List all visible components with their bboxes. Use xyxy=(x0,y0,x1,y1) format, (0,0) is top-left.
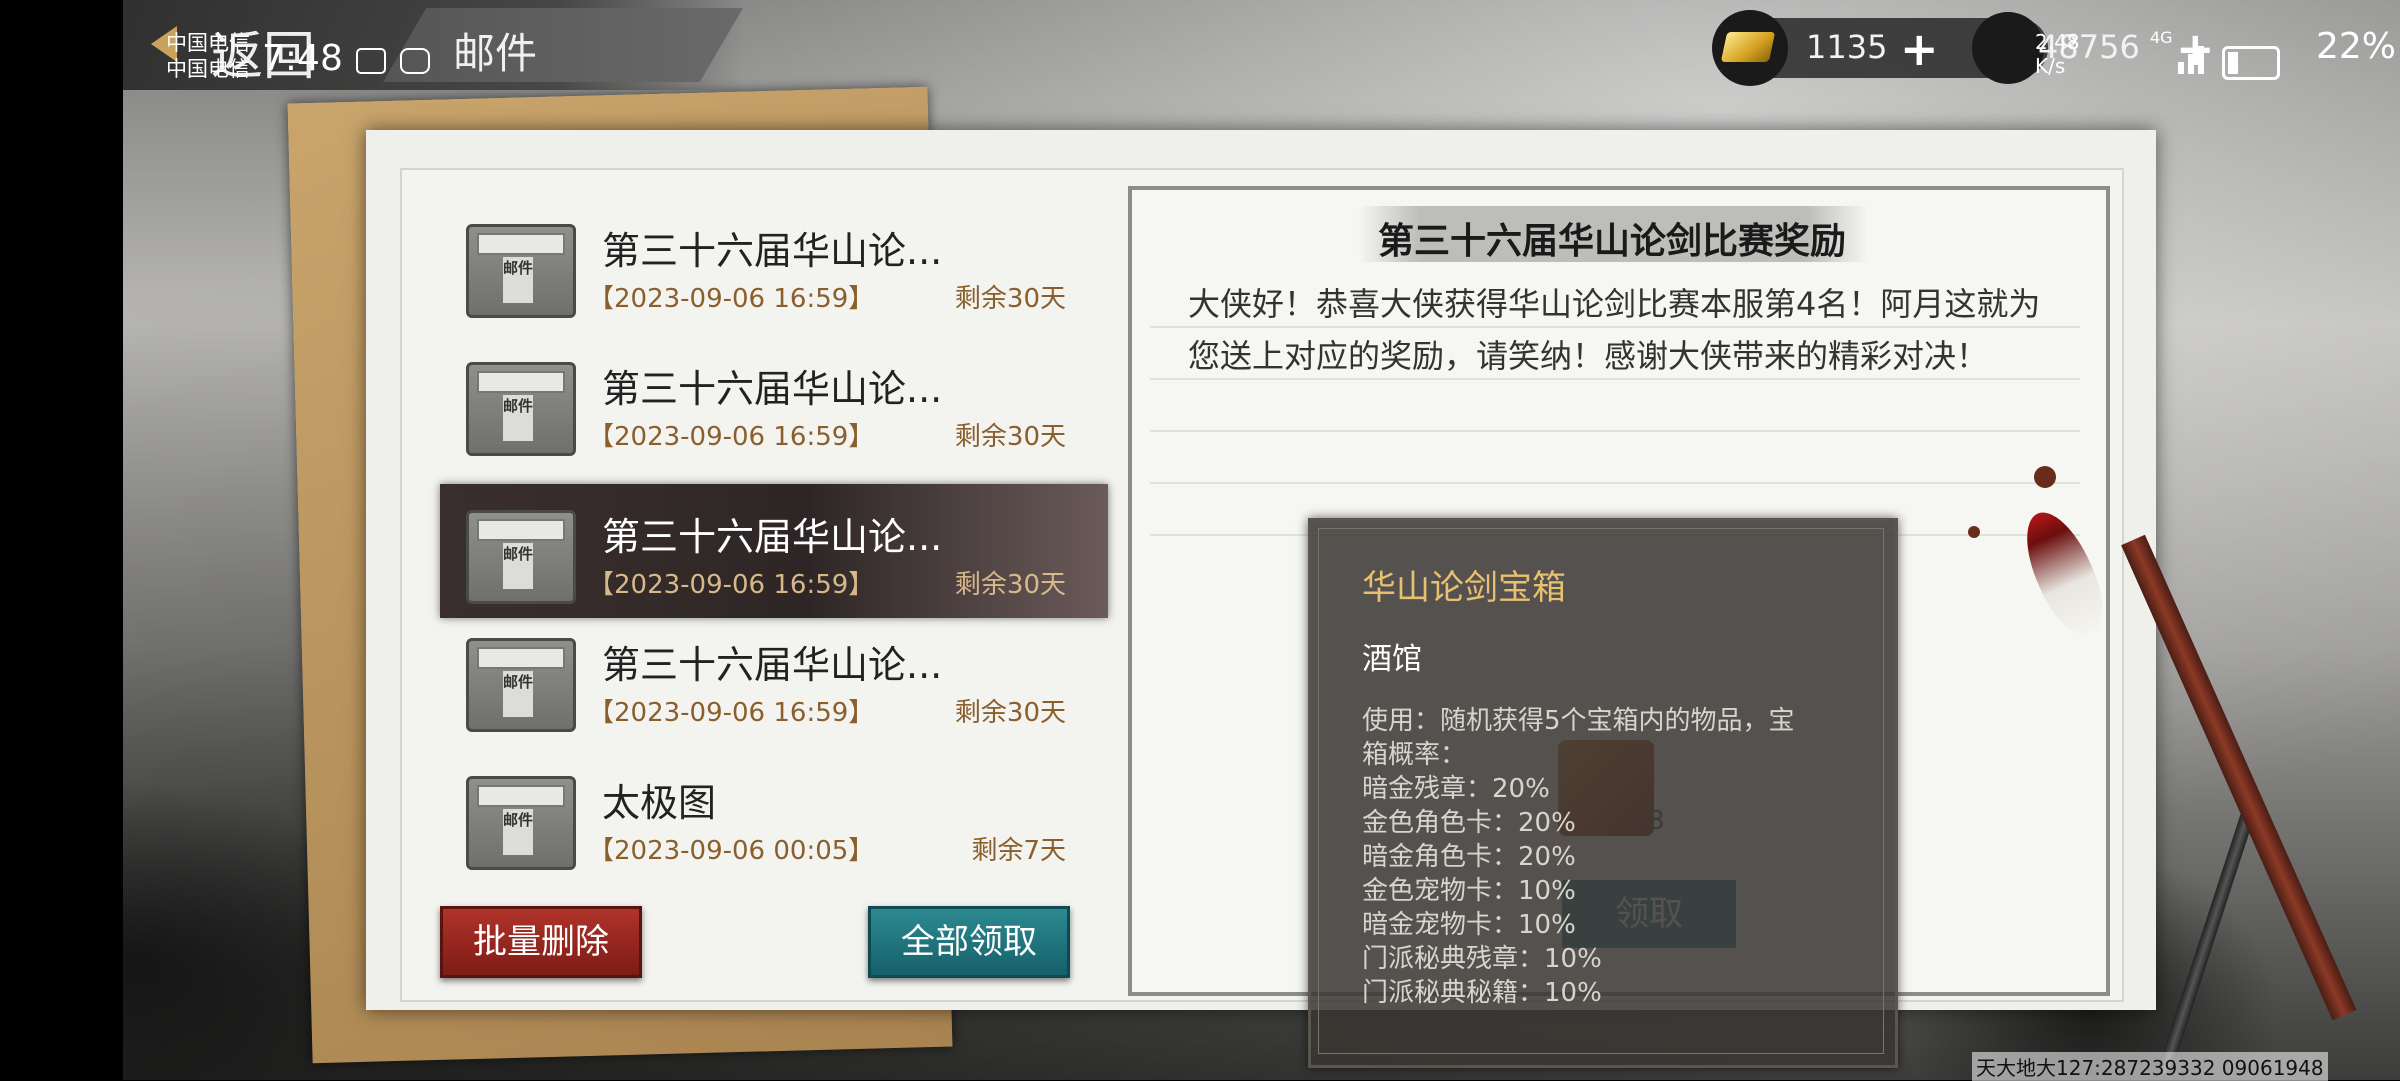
gold-amount: 1135 xyxy=(1806,28,1888,66)
tooltip-item-source: 酒馆 xyxy=(1362,642,1422,677)
mail-list-item-selected[interactable]: 邮件 第三十六届华山论... 【2023-09-06 16:59】 剩余30天 xyxy=(440,484,1108,618)
currency-icon xyxy=(1972,12,2044,84)
app-notification-icon xyxy=(356,48,386,74)
battery-percent: 22% xyxy=(2316,26,2397,67)
mail-remaining: 剩余30天 xyxy=(954,284,1066,314)
add-gold-icon[interactable]: + xyxy=(1900,22,1939,76)
mail-date: 【2023-09-06 16:59】 xyxy=(588,422,875,452)
network-type: 4G xyxy=(2150,28,2173,47)
mail-title: 第三十六届华山论... xyxy=(602,229,943,273)
mail-remaining: 剩余30天 xyxy=(954,422,1066,452)
gold-bar-icon xyxy=(1720,32,1776,62)
detail-title: 第三十六届华山论剑比赛奖励 xyxy=(1377,221,1846,262)
tooltip-description: 使用：随机获得5个宝箱内的物品，宝 箱概率： 暗金残章：20% 金色角色卡：20… xyxy=(1362,706,1795,1008)
claim-all-button[interactable]: 全部领取 xyxy=(868,906,1070,978)
tooltip-item-name: 华山论剑宝箱 xyxy=(1362,568,1566,608)
mail-icon: 邮件 xyxy=(466,510,576,604)
divider xyxy=(1150,482,2080,484)
battery-level xyxy=(2228,52,2238,74)
mail-date: 【2023-09-06 00:05】 xyxy=(588,836,875,866)
mail-list-item[interactable]: 邮件 第三十六届华山论... 【2023-09-06 16:59】 剩余30天 xyxy=(440,612,1108,740)
batch-delete-button[interactable]: 批量删除 xyxy=(440,906,642,978)
mail-icon: 邮件 xyxy=(466,638,576,732)
ink-drop xyxy=(1968,526,1980,538)
mail-title: 第三十六届华山论... xyxy=(602,643,943,687)
mail-date: 【2023-09-06 16:59】 xyxy=(588,570,875,600)
page-title: 邮件 xyxy=(453,29,538,78)
mail-list-item[interactable]: 邮件 太极图 【2023-09-06 00:05】 剩余7天 xyxy=(440,750,1108,878)
divider xyxy=(1150,430,2080,432)
mail-date: 【2023-09-06 16:59】 xyxy=(588,284,875,314)
mail-remaining: 剩余30天 xyxy=(954,698,1066,728)
mail-remaining: 剩余30天 xyxy=(954,570,1066,600)
watermark: 天大地大127:287239332 09061948 xyxy=(1972,1052,2328,1081)
signal-icon xyxy=(2178,62,2184,74)
mail-icon: 邮件 xyxy=(466,224,576,318)
mail-remaining: 剩余7天 xyxy=(971,836,1066,866)
mail-title: 太极图 xyxy=(602,781,717,825)
clock: 7:48 xyxy=(262,38,343,79)
signal-icon xyxy=(2198,46,2204,74)
mail-title: 第三十六届华山论... xyxy=(602,515,943,559)
mail-date: 【2023-09-06 16:59】 xyxy=(588,698,875,728)
carrier-label: 中国电信 中国电信 xyxy=(166,31,250,81)
mail-list-item[interactable]: 邮件 第三十六届华山论... 【2023-09-06 16:59】 剩余30天 xyxy=(440,198,1108,326)
mail-icon: 邮件 xyxy=(466,776,576,870)
title-tab xyxy=(383,8,743,82)
mail-list-item[interactable]: 邮件 第三十六届华山论... 【2023-09-06 16:59】 剩余30天 xyxy=(440,336,1108,464)
ink-drop xyxy=(2034,466,2056,488)
detail-body: 大侠好！恭喜大侠获得华山论剑比赛本服第4名！阿月这就为您送上对应的奖励，请笑纳！… xyxy=(1188,285,2041,375)
mail-icon: 邮件 xyxy=(466,362,576,456)
network-speed: 2.48 K/s xyxy=(2035,30,2080,78)
mail-title: 第三十六届华山论... xyxy=(602,367,943,411)
signal-icon xyxy=(2188,54,2194,74)
tv-notification-icon xyxy=(400,48,430,74)
